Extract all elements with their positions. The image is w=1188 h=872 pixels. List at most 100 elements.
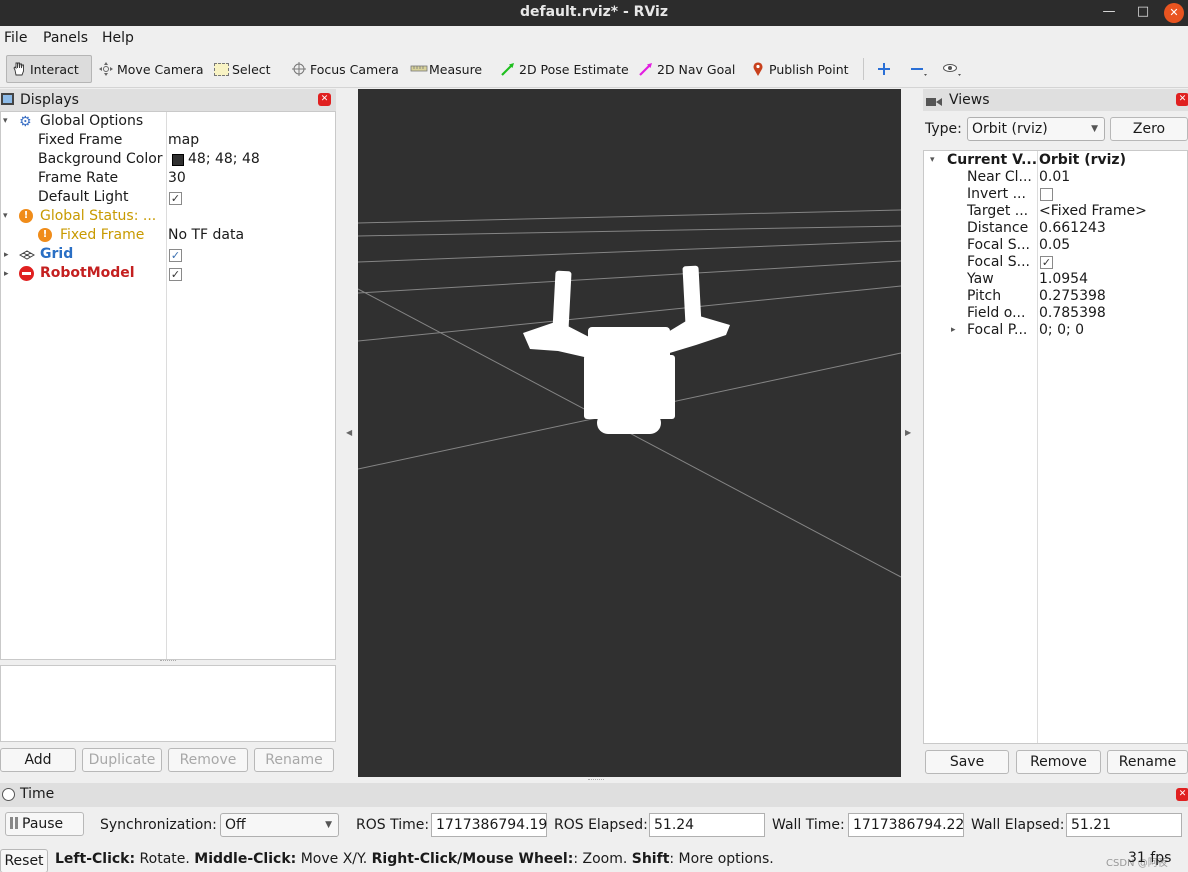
tool-select[interactable]: Select	[210, 55, 275, 83]
global-options-label[interactable]: Global Options	[40, 113, 143, 132]
plus-icon	[876, 61, 892, 77]
view-type-select[interactable]: Orbit (rviz) ▼	[967, 117, 1105, 141]
collapse-arrow-icon[interactable]: ▸	[951, 325, 956, 335]
render-viewport[interactable]	[358, 89, 901, 777]
views-tree: ▾ Current V... Orbit (rviz) Near Cl... 0…	[923, 150, 1188, 744]
add-display-button[interactable]: Add	[0, 748, 76, 772]
tool-2d-pose-estimate[interactable]: 2D Pose Estimate	[496, 55, 633, 83]
grid-checkbox[interactable]	[169, 249, 182, 262]
default-light-checkbox[interactable]	[169, 192, 182, 205]
robot-model-checkbox[interactable]	[169, 268, 182, 281]
grid-icon	[18, 248, 36, 266]
status-bar: Reset Left-Click: Rotate. Middle-Click: …	[0, 848, 1188, 872]
focal-shape-fixed-checkbox[interactable]	[1040, 256, 1053, 269]
menu-panels[interactable]: Panels	[43, 30, 88, 46]
column-divider[interactable]	[1037, 151, 1038, 743]
duplicate-display-button[interactable]: Duplicate	[82, 748, 162, 772]
focal-shape-size-value[interactable]: 0.05	[1039, 237, 1070, 256]
tool-visibility-button[interactable]	[938, 55, 965, 83]
pause-label: Pause	[22, 816, 64, 832]
help-left-click: Left-Click:	[55, 851, 136, 867]
collapse-arrow-icon[interactable]: ▸	[4, 269, 9, 279]
tool-measure[interactable]: Measure	[406, 55, 486, 83]
tool-2d-nav-goal[interactable]: 2D Nav Goal	[634, 55, 739, 83]
warning-icon: !	[38, 228, 52, 242]
tool-move-camera[interactable]: Move Camera	[94, 55, 208, 83]
time-close-icon[interactable]: ✕	[1176, 788, 1188, 801]
fixed-frame-label: Fixed Frame	[38, 132, 123, 148]
clock-icon	[2, 788, 15, 801]
maximize-button[interactable]: □	[1134, 2, 1152, 22]
expand-arrow-icon[interactable]: ▾	[3, 211, 8, 221]
green-arrow-icon	[500, 61, 516, 77]
close-window-button[interactable]: ✕	[1164, 3, 1184, 23]
time-panel-header: Time ✕	[0, 783, 1188, 807]
rename-display-button[interactable]: Rename	[254, 748, 334, 772]
ros-elapsed-field[interactable]: 51.24	[649, 813, 765, 837]
global-status-label[interactable]: Global Status: ...	[40, 208, 156, 227]
menu-file[interactable]: File	[4, 30, 27, 46]
collapse-left-handle[interactable]: ◀	[346, 428, 352, 437]
remove-display-button[interactable]: Remove	[168, 748, 248, 772]
fixed-frame-status-value: No TF data	[168, 227, 245, 243]
near-clip-value[interactable]: 0.01	[1039, 169, 1070, 188]
views-panel-header: Views ✕	[923, 89, 1188, 111]
color-swatch[interactable]	[172, 154, 184, 166]
tool-label: Select	[232, 61, 271, 77]
frame-rate-value[interactable]: 30	[168, 170, 186, 189]
remove-tool-button[interactable]	[905, 55, 932, 83]
column-divider[interactable]	[166, 112, 167, 659]
expand-arrow-icon[interactable]: ▾	[930, 155, 935, 165]
fixed-frame-value[interactable]: map	[168, 132, 199, 151]
tool-label: 2D Nav Goal	[657, 61, 736, 77]
menu-bar: File Panels Help	[0, 26, 1188, 50]
displays-panel-title: Displays	[20, 92, 79, 108]
displays-panel-header: Displays ✕	[0, 89, 336, 111]
save-view-button[interactable]: Save	[925, 750, 1009, 774]
splitter-handle[interactable]	[160, 660, 176, 664]
reset-button[interactable]: Reset	[0, 849, 48, 872]
displays-panel-icon	[1, 93, 14, 105]
time-panel-title: Time	[20, 786, 55, 802]
splitter-handle[interactable]	[588, 779, 604, 782]
remove-view-button[interactable]: Remove	[1016, 750, 1101, 774]
tool-focus-camera[interactable]: Focus Camera	[287, 55, 403, 83]
chevron-down-icon: ▼	[325, 820, 332, 830]
tool-label: Focus Camera	[310, 61, 399, 77]
tool-publish-point[interactable]: Publish Point	[746, 55, 853, 83]
fps-counter: 31 fps	[1128, 850, 1172, 866]
wall-elapsed-field[interactable]: 51.21	[1066, 813, 1182, 837]
sync-select[interactable]: Off ▼	[220, 813, 339, 837]
eye-icon	[942, 61, 961, 77]
select-icon	[214, 62, 229, 76]
pause-icon-bar	[15, 817, 18, 829]
ros-time-field[interactable]: 1717386794.19	[431, 813, 547, 837]
expand-arrow-icon[interactable]: ▾	[3, 116, 8, 126]
tool-label: Measure	[429, 61, 483, 77]
map-pin-icon	[750, 61, 766, 77]
add-tool-button[interactable]	[872, 55, 899, 83]
fixed-frame-status-label[interactable]: Fixed Frame	[60, 227, 144, 246]
background-color-label: Background Color	[38, 151, 163, 167]
rename-view-button[interactable]: Rename	[1107, 750, 1188, 774]
frame-rate-label: Frame Rate	[38, 170, 119, 186]
toolbar: Interact Move Camera Select Focus Camera…	[0, 50, 1188, 88]
robot-model-label[interactable]: RobotModel	[40, 265, 135, 284]
minimize-button[interactable]: —	[1100, 2, 1118, 22]
help-text: Left-Click: Rotate. Middle-Click: Move X…	[55, 851, 774, 867]
collapse-arrow-icon[interactable]: ▸	[4, 250, 9, 260]
invert-z-checkbox[interactable]	[1040, 188, 1053, 201]
wall-time-field[interactable]: 1717386794.22	[848, 813, 964, 837]
tool-interact[interactable]: Interact	[6, 55, 92, 83]
pause-button[interactable]: Pause	[5, 812, 84, 836]
background-color-value[interactable]: 48; 48; 48	[188, 151, 260, 170]
collapse-right-handle[interactable]: ▶	[905, 428, 911, 437]
displays-close-icon[interactable]: ✕	[318, 93, 331, 106]
gear-icon: ⚙	[19, 114, 32, 130]
zero-view-button[interactable]: Zero	[1110, 117, 1188, 141]
menu-help[interactable]: Help	[102, 30, 134, 46]
toolbar-divider	[863, 58, 864, 80]
grid-display-label[interactable]: Grid	[40, 246, 73, 265]
views-close-icon[interactable]: ✕	[1176, 93, 1188, 106]
focal-point-value[interactable]: 0; 0; 0	[1039, 322, 1084, 341]
